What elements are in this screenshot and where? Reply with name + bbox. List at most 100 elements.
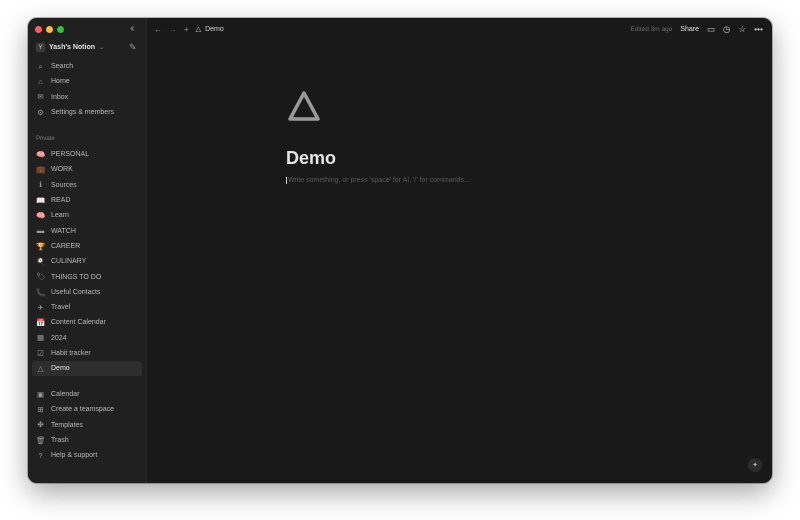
- app-window: ‹‹ Y Yash's Notion ⌄ ✎ ⌕ Search ⌂ Home ✉…: [28, 18, 772, 483]
- page-title[interactable]: Demo: [286, 148, 336, 169]
- private-pages-list: 🧠 PERSONAL 💼 WORK ℹ Sources 📖 READ 🧠 Learn ▬ WATCH 🏆…: [28, 147, 146, 377]
- sidebar-item-career[interactable]: 🏆 CAREER: [28, 239, 146, 254]
- briefcase-icon: 💼: [36, 165, 46, 175]
- brain-icon: 🧠: [36, 149, 46, 159]
- page-body-placeholder[interactable]: Write something, or press 'space' for AI…: [286, 177, 470, 184]
- inbox-icon: ✉: [37, 92, 44, 102]
- sidebar-item-watch[interactable]: ▬ WATCH: [28, 223, 146, 238]
- close-window-button[interactable]: [35, 26, 42, 33]
- sidebar-item-label: CAREER: [51, 242, 81, 250]
- forward-arrow-icon[interactable]: →: [169, 25, 177, 34]
- help-icon: ?: [38, 451, 43, 461]
- sidebar-item-label: Content Calendar: [51, 319, 106, 327]
- nav-controls: ← → + △ Demo: [147, 25, 224, 34]
- share-button[interactable]: Share: [680, 26, 699, 33]
- triangle-icon: △: [195, 26, 202, 33]
- brain-icon: 🧠: [36, 211, 46, 221]
- collapse-sidebar-icon[interactable]: ‹‹: [130, 23, 134, 34]
- top-bar-actions: Edited 3m ago Share ▭ ◷ ☆ •••: [630, 18, 763, 40]
- plane-icon: ✈: [37, 302, 44, 312]
- sidebar-item-trash[interactable]: 🗑 Trash: [28, 433, 146, 448]
- sidebar-item-label: CULINARY: [51, 258, 87, 266]
- breadcrumb-label: Demo: [205, 25, 224, 33]
- checkbox-icon: ☑: [37, 348, 44, 358]
- window-controls: [35, 26, 64, 33]
- sidebar-item-label: Habit tracker: [51, 350, 91, 357]
- sidebar-item-label: Useful Contacts: [51, 288, 101, 296]
- sidebar-item-label: Templates: [51, 421, 83, 429]
- sidebar-item-label: Sources: [51, 181, 77, 189]
- sidebar-item-sources[interactable]: ℹ Sources: [28, 178, 146, 193]
- trophy-icon: 🏆: [36, 241, 46, 251]
- clock-icon[interactable]: ◷: [723, 24, 730, 35]
- star-icon[interactable]: ☆: [738, 24, 746, 35]
- book-icon: 📖: [36, 195, 46, 205]
- sidebar-item-create-teamspace[interactable]: ⊞ Create a teamspace: [28, 402, 146, 417]
- sidebar-item-label: Calendar: [51, 391, 80, 399]
- templates-icon: ✤: [37, 420, 44, 430]
- sidebar-bottom-nav: ▣ Calendar ⊞ Create a teamspace ✤ Templa…: [28, 387, 146, 463]
- add-icon[interactable]: +: [184, 25, 189, 34]
- tv-icon: ▬: [36, 226, 45, 236]
- sidebar-item-things-to-do[interactable]: 🏷 THINGS TO DO: [28, 269, 146, 284]
- sidebar-item-templates[interactable]: ✤ Templates: [28, 418, 146, 433]
- sparkle-icon: ✦: [752, 462, 758, 469]
- sidebar-item-useful-contacts[interactable]: 📞 Useful Contacts: [28, 285, 146, 300]
- gear-icon: ⚙: [37, 107, 44, 117]
- sidebar-item-home[interactable]: ⌂ Home: [28, 74, 146, 89]
- sidebar-item-calendar[interactable]: ▣ Calendar: [28, 387, 146, 402]
- sidebar-top-nav: ⌕ Search ⌂ Home ✉ Inbox ⚙ Settings & mem…: [28, 59, 146, 120]
- triangle-icon: [288, 91, 320, 121]
- more-icon[interactable]: •••: [754, 24, 763, 34]
- page-icon[interactable]: [287, 90, 321, 127]
- new-page-icon[interactable]: ✎: [129, 42, 137, 53]
- comment-icon[interactable]: ▭: [707, 24, 715, 35]
- triangle-icon: △: [37, 364, 44, 374]
- sidebar-item-label: PERSONAL: [51, 151, 90, 159]
- calendar-icon: ▣: [36, 389, 45, 399]
- workspace-name: Yash's Notion: [49, 44, 96, 51]
- sidebar-item-label: 2024: [51, 334, 67, 342]
- sidebar-item-content-calendar[interactable]: 📅 Content Calendar: [28, 315, 146, 330]
- sidebar-item-inbox[interactable]: ✉ Inbox: [28, 90, 146, 105]
- info-icon: ℹ: [39, 180, 42, 190]
- breadcrumb[interactable]: △ Demo: [195, 25, 224, 34]
- sidebar-item-demo[interactable]: △ Demo: [32, 361, 142, 377]
- edited-timestamp: Edited 3m ago: [630, 25, 673, 33]
- teamspace-icon: ⊞: [37, 405, 44, 415]
- sidebar-item-2024[interactable]: ▦ 2024: [28, 331, 146, 346]
- sidebar: ‹‹ Y Yash's Notion ⌄ ✎ ⌕ Search ⌂ Home ✉…: [28, 18, 147, 483]
- back-arrow-icon[interactable]: ←: [154, 25, 162, 34]
- sidebar-item-label: Trash: [51, 437, 69, 445]
- sidebar-item-read[interactable]: 📖 READ: [28, 193, 146, 208]
- sidebar-item-label: THINGS TO DO: [51, 273, 102, 281]
- sidebar-item-label: WORK: [51, 166, 73, 174]
- sidebar-item-personal[interactable]: 🧠 PERSONAL: [28, 147, 146, 162]
- sidebar-item-label: Create a teamspace: [51, 406, 115, 414]
- sidebar-item-label: Help & support: [51, 452, 98, 460]
- sidebar-item-habit-tracker[interactable]: ☑ Habit tracker: [28, 346, 146, 361]
- sidebar-item-help[interactable]: ? Help & support: [28, 448, 146, 463]
- page-content: ← → + △ Demo Edited 3m ago Share ▭ ◷ ☆ •…: [147, 18, 772, 483]
- workspace-switcher[interactable]: Y Yash's Notion ⌄: [36, 43, 104, 52]
- minimize-window-button[interactable]: [46, 26, 53, 33]
- section-label-private: Private: [36, 136, 55, 142]
- sidebar-item-label: Settings & members: [51, 109, 115, 117]
- sidebar-item-learn[interactable]: 🧠 Learn: [28, 208, 146, 223]
- phone-icon: 📞: [36, 287, 46, 297]
- sidebar-item-label: Home: [51, 78, 70, 86]
- maximize-window-button[interactable]: [57, 26, 64, 33]
- sidebar-item-travel[interactable]: ✈ Travel: [28, 300, 146, 315]
- sidebar-item-settings[interactable]: ⚙ Settings & members: [28, 105, 146, 120]
- chevron-down-icon: ⌄: [99, 45, 105, 51]
- sidebar-item-search[interactable]: ⌕ Search: [28, 59, 146, 74]
- sidebar-item-culinary[interactable]: 🍳 CULINARY: [28, 254, 146, 269]
- help-button[interactable]: ✦: [748, 458, 762, 472]
- calendar-icon: 📅: [36, 318, 46, 328]
- trash-icon: 🗑: [36, 435, 46, 445]
- sidebar-item-label: READ: [51, 197, 71, 205]
- chef-icon: 🍳: [36, 256, 46, 266]
- sidebar-item-work[interactable]: 💼 WORK: [28, 162, 146, 177]
- tag-icon: 🏷: [36, 272, 46, 282]
- sidebar-item-label: Search: [51, 63, 74, 71]
